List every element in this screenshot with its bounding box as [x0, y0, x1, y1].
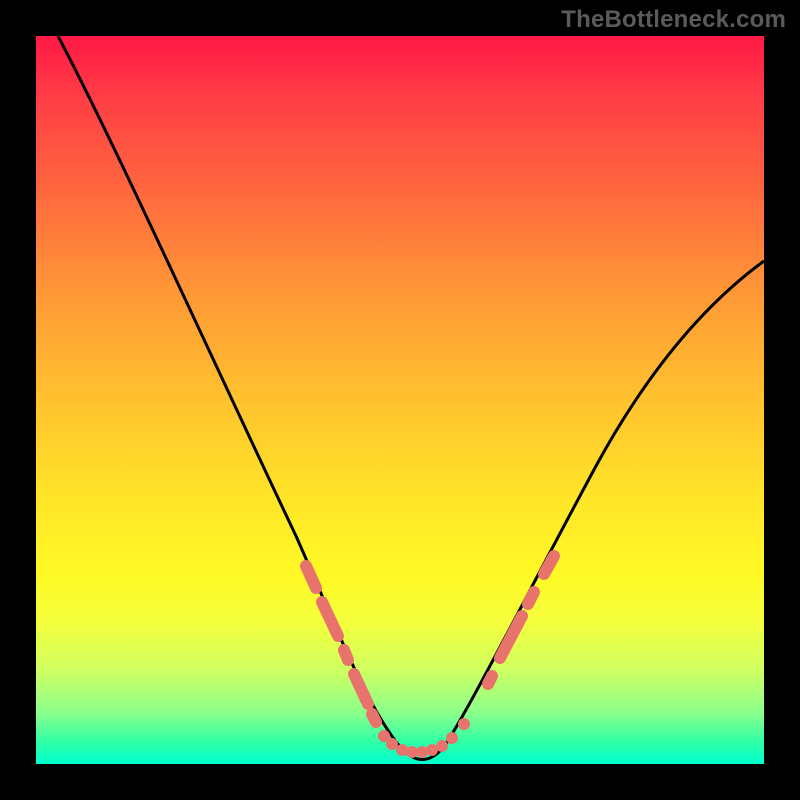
marker-dot — [306, 566, 316, 588]
marker-dot — [354, 674, 368, 704]
marker-dot — [446, 732, 458, 744]
marker-dot — [416, 746, 428, 758]
marker-dot — [528, 592, 534, 604]
marker-dot — [458, 718, 470, 730]
chart-svg — [36, 36, 764, 764]
marker-dot — [372, 714, 376, 722]
marker-dot — [396, 744, 408, 756]
chart-curve — [58, 36, 764, 760]
marker-dot — [386, 738, 398, 750]
marker-dot — [488, 676, 492, 684]
marker-group-right — [488, 556, 554, 684]
marker-group-left — [306, 566, 376, 722]
marker-dot — [500, 616, 522, 658]
marker-dot — [436, 740, 448, 752]
chart-plot-area — [36, 36, 764, 764]
watermark-text: TheBottleneck.com — [561, 6, 786, 34]
marker-dot — [322, 602, 338, 636]
marker-dot — [344, 650, 348, 660]
